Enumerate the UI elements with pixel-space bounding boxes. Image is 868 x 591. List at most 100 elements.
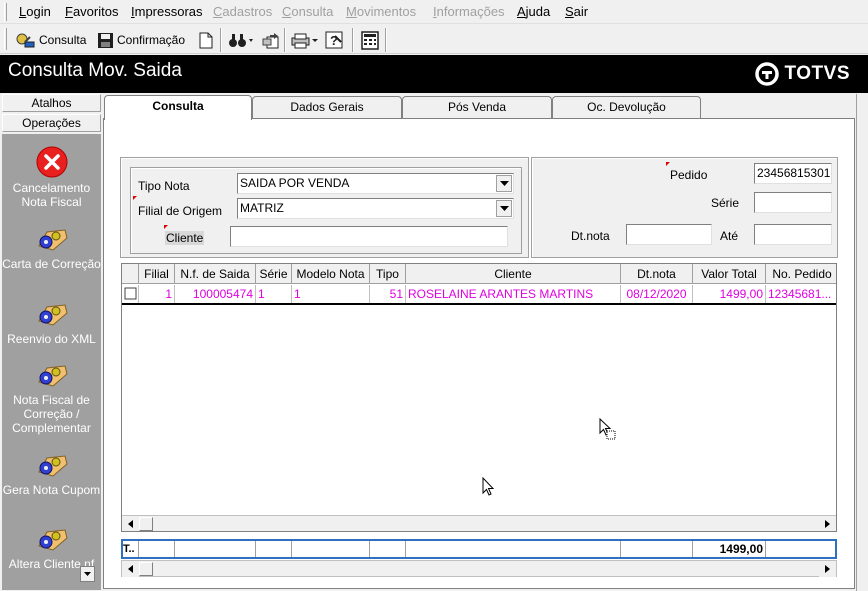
op-label: Cancelamento Nota Fiscal	[12, 181, 91, 209]
operation-gear-icon	[37, 365, 68, 387]
tipo-nota-value: SAIDA POR VENDA	[240, 176, 350, 190]
menu-favoritos[interactable]: Favoritos	[65, 4, 118, 19]
grid-horizontal-scrollbar[interactable]	[122, 515, 836, 531]
serie-label: Série	[711, 196, 740, 210]
row-checkbox[interactable]	[122, 285, 138, 303]
menu-cadastros-label: adastros	[222, 4, 273, 19]
new-document-button[interactable]	[199, 29, 213, 51]
tab-label: Consulta	[152, 99, 204, 113]
consulta-button[interactable]: Consulta	[16, 29, 86, 51]
menu-impressoras[interactable]: Impressoras	[131, 4, 203, 19]
cell-valor-total: 1499,00	[693, 285, 766, 304]
row-select-cell[interactable]	[122, 285, 139, 304]
grid-header-valor-total[interactable]: Valor Total	[693, 264, 766, 284]
op-gera-nota-cupom[interactable]: Gera Nota Cupom	[2, 450, 101, 497]
grid-header-modelo-nota[interactable]: Modelo Nota	[292, 264, 370, 284]
tab-oc-devolucao[interactable]: Oc. Devolução	[552, 96, 701, 118]
ate-input[interactable]	[754, 224, 832, 245]
op-nota-fiscal-correcao[interactable]: Nota Fiscal de Correção / Complementar	[2, 360, 101, 435]
toolbar-separator	[385, 28, 387, 52]
confirmacao-button[interactable]: Confirmação	[97, 29, 185, 51]
menu-ajuda-accel: A	[517, 4, 526, 19]
totvs-logo: TOTVS	[754, 62, 851, 86]
grid-header-filial[interactable]: Filial	[139, 264, 175, 284]
menu-ajuda[interactable]: Ajuda	[517, 4, 550, 19]
svg-text:?: ?	[330, 33, 338, 48]
op-cancelamento-nota-fiscal[interactable]: Cancelamento Nota Fiscal	[2, 146, 101, 209]
scroll-thumb[interactable]	[139, 517, 153, 531]
red-x-icon	[36, 146, 67, 178]
find-button[interactable]	[228, 29, 254, 51]
scroll-right-button[interactable]	[819, 561, 836, 577]
totals-cell	[370, 541, 406, 557]
totals-cell	[621, 541, 693, 557]
cell-cliente: ROSELAINE ARANTES MARTINS	[406, 285, 621, 304]
atalhos-header[interactable]: Atalhos	[2, 94, 101, 112]
menu-login[interactable]: Login	[19, 4, 51, 19]
calculator-button[interactable]	[361, 29, 379, 51]
operations-scroll-down-button[interactable]	[80, 566, 95, 582]
grid-header-serie[interactable]: Série	[256, 264, 292, 284]
serie-input[interactable]	[754, 192, 832, 213]
filial-origem-dropdown-button[interactable]	[496, 200, 512, 217]
menu-favoritos-accel: F	[65, 4, 73, 19]
cell-tipo: 51	[370, 285, 406, 304]
row-focus-line	[122, 303, 836, 305]
op-altera-cliente-nf[interactable]: Altera Cliente nf	[2, 524, 101, 571]
dtnota-label: Dt.nota	[571, 229, 610, 243]
scroll-right-button[interactable]	[819, 516, 836, 531]
op-reenvio-do-xml[interactable]: Reenvio do XML	[2, 299, 101, 346]
menu-movimentos[interactable]: Movimentos	[346, 4, 416, 19]
confirmacao-button-label: Confirmação	[117, 33, 186, 47]
totals-cell	[256, 541, 292, 557]
scroll-left-button[interactable]	[122, 516, 139, 531]
export-button[interactable]	[262, 29, 280, 51]
dtnota-input[interactable]	[626, 224, 712, 245]
binoculars-search-icon	[16, 33, 35, 48]
calculator-icon	[361, 30, 379, 50]
operacoes-header[interactable]: Operações	[2, 114, 101, 132]
cell-filial: 1	[139, 285, 175, 304]
pedido-input[interactable]: 23456815301	[754, 163, 832, 184]
menu-sair[interactable]: Sair	[565, 4, 588, 19]
totals-cell	[292, 541, 370, 557]
atalhos-label: Atalhos	[31, 96, 72, 110]
scroll-left-button[interactable]	[122, 561, 139, 577]
totals-horizontal-scrollbar[interactable]	[121, 560, 837, 577]
op-label: Carta de Correção	[2, 257, 101, 271]
operation-gear-icon	[37, 455, 68, 477]
print-button[interactable]	[291, 29, 319, 51]
menu-favoritos-label: avoritos	[72, 4, 119, 19]
grid-header-dtnota[interactable]: Dt.nota	[621, 264, 693, 284]
menu-informacoes[interactable]: Informações	[433, 4, 505, 19]
grid-header-cliente[interactable]: Cliente	[406, 264, 621, 284]
total-valor: 1499,00	[693, 541, 766, 557]
tab-pos-venda[interactable]: Pós Venda	[402, 96, 552, 118]
chevron-left-icon	[127, 520, 133, 528]
op-carta-de-correcao[interactable]: Carta de Correção	[2, 224, 101, 271]
tab-consulta[interactable]: Consulta	[104, 95, 252, 120]
grid-header-nf-saida[interactable]: N.f. de Saida	[175, 264, 256, 284]
grid-header-tipo[interactable]: Tipo	[370, 264, 406, 284]
required-marker	[133, 196, 137, 200]
chevron-down-icon	[499, 180, 509, 186]
tipo-nota-select[interactable]: SAIDA POR VENDA	[237, 173, 514, 194]
menu-consulta[interactable]: Consulta	[282, 4, 333, 19]
required-marker	[666, 162, 670, 166]
grid-header-select[interactable]	[122, 264, 139, 284]
totals-cell	[406, 541, 621, 557]
op-label: Nota Fiscal de Correção / Complementar	[12, 393, 91, 435]
tipo-nota-dropdown-button[interactable]	[496, 175, 512, 192]
tab-dados-gerais[interactable]: Dados Gerais	[252, 96, 402, 118]
scroll-thumb[interactable]	[139, 562, 153, 576]
chevron-left-icon	[127, 565, 133, 573]
grid-header-no-pedido[interactable]: No. Pedido	[766, 264, 836, 284]
totals-cell	[766, 541, 835, 557]
help-question-icon: ?	[325, 31, 343, 49]
help-button[interactable]: ?	[325, 29, 343, 51]
filial-origem-select[interactable]: MATRIZ	[237, 198, 514, 219]
menu-impressoras-label: mpressoras	[134, 4, 203, 19]
menu-consulta-accel: C	[282, 4, 292, 19]
cliente-input[interactable]	[230, 226, 508, 247]
menu-cadastros[interactable]: Cadastros	[213, 4, 272, 19]
